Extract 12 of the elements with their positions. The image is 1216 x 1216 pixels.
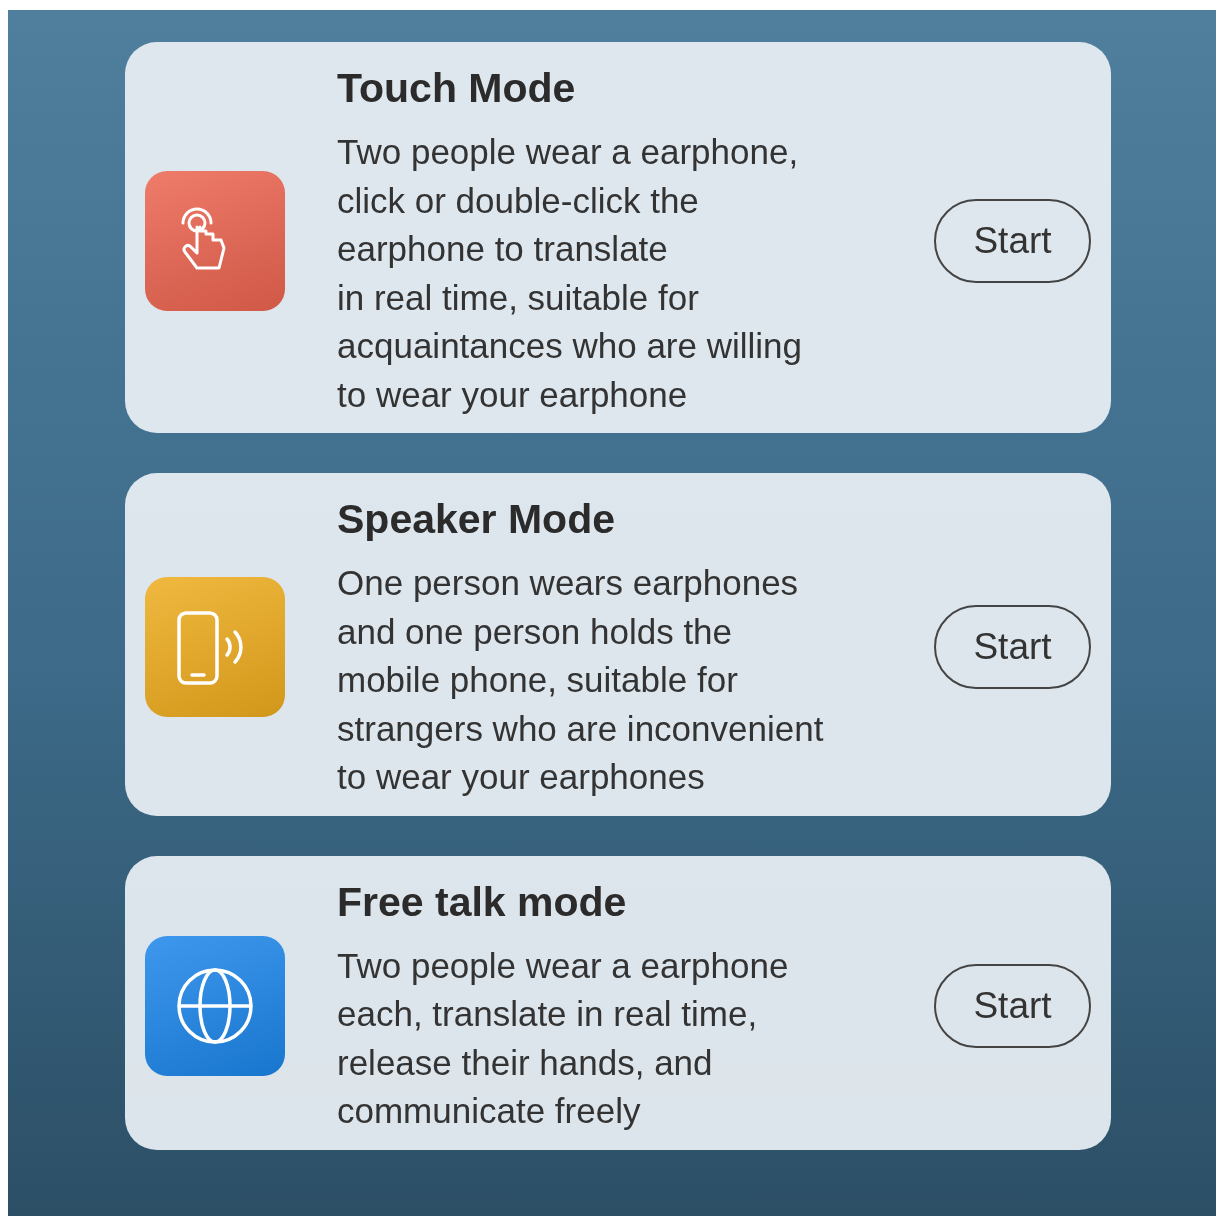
globe-icon [177,967,253,1044]
mode-description: One person wears earphones and one person holds the mobile phone, suitable for strangers who are inconvenient to wear your earphones [337,562,825,798]
mode-title: Touch Mode [337,64,577,113]
start-button[interactable]: Start [934,605,1091,690]
mode-description: Two people wear a earphone each, translate in real time, release their hands, and communicate freely [337,944,790,1132]
start-button[interactable]: Start [934,963,1091,1048]
mode-description: Two people wear a earphone, click or double-click the earphone to translate in real time, suitable for acquaintances who are willing to wear your earphone [337,131,803,416]
start-button[interactable]: Start [934,198,1091,283]
phone-sound-icon [177,611,243,685]
mode-title: Free talk mode [337,877,628,927]
touch-hand-icon [181,207,226,269]
mode-title: Speaker Mode [337,495,616,544]
